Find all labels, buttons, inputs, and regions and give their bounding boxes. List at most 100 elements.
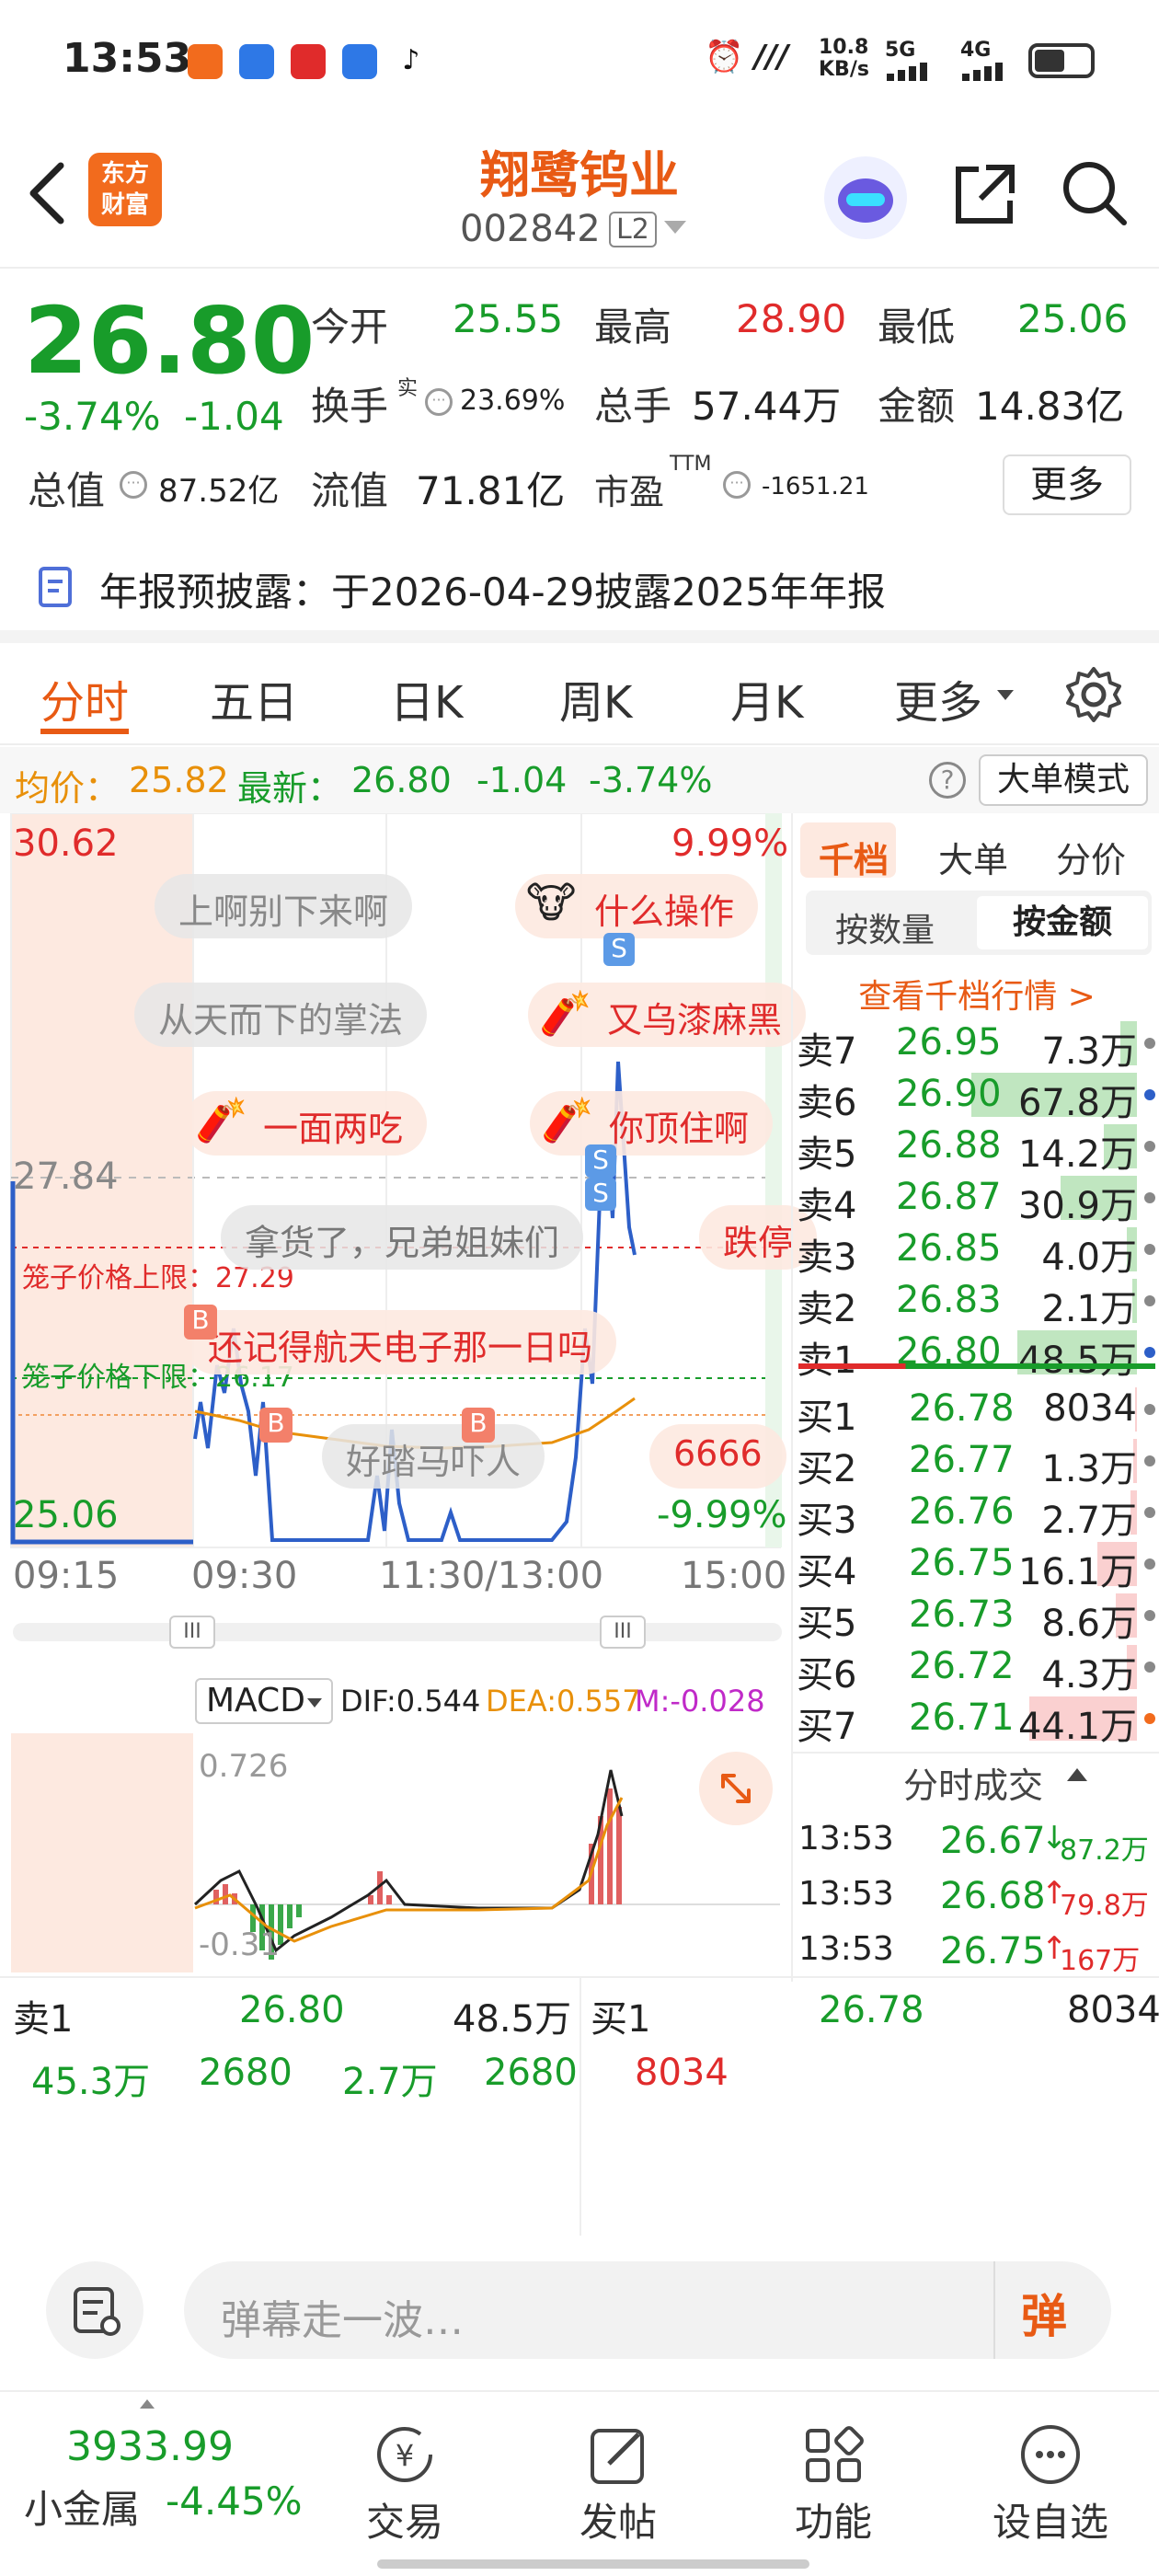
annual-report-notice[interactable]: 年报预披露：于2026-04-29披露2025年年报 <box>0 543 1159 626</box>
slider-handle-right[interactable]: III <box>600 1616 646 1649</box>
slider-handle-left[interactable]: III <box>169 1616 215 1649</box>
view-depth-link[interactable]: 查看千档行情 > <box>793 970 1159 1018</box>
chevron-up-icon[interactable] <box>1067 1768 1087 1781</box>
signal-4g-label: 4G <box>960 39 992 62</box>
dropdown-arrow-icon[interactable] <box>664 221 686 234</box>
search-icon[interactable] <box>1058 156 1131 230</box>
queue-sell-volume: 48.5万 <box>453 1998 572 2041</box>
tab-more[interactable]: 更多 <box>894 666 982 730</box>
robot-assistant-icon[interactable] <box>824 156 907 239</box>
bid-row[interactable]: 买3 26.76 2.7万 <box>793 1487 1159 1542</box>
expand-icon[interactable] <box>699 1752 773 1825</box>
avg-value: 25.82 <box>129 760 229 800</box>
tab-price-distribution[interactable]: 分价 <box>1056 832 1126 882</box>
queue-sell-label: 卖1 <box>13 1998 74 2041</box>
nav-post[interactable]: 发帖 <box>545 2420 692 2547</box>
home-indicator[interactable] <box>377 2559 809 2569</box>
level-price: 26.75 <box>909 1542 1015 1584</box>
danmaku-settings-icon[interactable] <box>46 2261 143 2359</box>
amount-value: 14.83亿 <box>975 384 1125 429</box>
nav-trade[interactable]: ¥ 交易 <box>331 2420 478 2547</box>
buy-marker[interactable]: B <box>184 1305 217 1340</box>
level-volume: 8034 <box>1043 1387 1137 1430</box>
share-icon[interactable] <box>947 156 1021 230</box>
danmaku-send-button[interactable]: 弹 <box>1021 2280 1067 2346</box>
bottom-navigation: 3933.99 小金属 -4.45% ¥ 交易 发帖 功能 设自选 <box>0 2390 1159 2576</box>
tab-intraday[interactable]: 分时 <box>40 666 129 730</box>
level-price: 26.78 <box>909 1387 1015 1430</box>
chevron-up-icon[interactable] <box>140 2399 155 2409</box>
more-button[interactable]: 更多 <box>1003 454 1131 515</box>
battery-icon <box>1028 43 1095 78</box>
sector-change-pct: -4.45% <box>166 2478 303 2524</box>
mktcap-value: 87.52亿 <box>158 473 280 510</box>
nav-watchlist-settings[interactable]: 设自选 <box>977 2420 1124 2547</box>
macd-chart <box>11 1733 780 1972</box>
tab-five-day[interactable]: 五日 <box>210 666 298 730</box>
gear-icon[interactable] <box>1063 664 1124 725</box>
latest-change: -1.04 <box>476 760 568 800</box>
low-value: 25.06 <box>1017 296 1129 341</box>
ask-row[interactable]: 卖5 26.88 14.2万 <box>793 1121 1159 1176</box>
time-range-slider[interactable] <box>13 1623 782 1641</box>
ask-row[interactable]: 卖4 26.87 30.9万 <box>793 1172 1159 1227</box>
edit-icon <box>545 2420 692 2491</box>
bid-row[interactable]: 买2 26.77 1.3万 <box>793 1435 1159 1490</box>
buy-marker[interactable]: B <box>462 1408 495 1443</box>
level-volume: 4.3万 <box>1041 1654 1137 1696</box>
intraday-chart[interactable]: 30.62 9.99% 27.84 25.06 -9.99% 笼子价格上限：27… <box>0 813 818 1972</box>
info-icon[interactable]: ··· <box>723 471 751 499</box>
buy-marker[interactable]: B <box>259 1408 293 1443</box>
bid-row[interactable]: 买4 26.75 16.1万 <box>793 1538 1159 1593</box>
ask-row[interactable]: 卖6 26.90 67.8万 <box>793 1069 1159 1124</box>
sell-marker[interactable]: S <box>585 1144 616 1178</box>
pe-value: -1651.21 <box>762 473 869 500</box>
y-axis-mid: 27.84 <box>13 1156 119 1198</box>
nav-functions[interactable]: 功能 <box>760 2420 907 2547</box>
ask-row[interactable]: 卖2 26.83 2.1万 <box>793 1275 1159 1330</box>
danmaku-input[interactable]: 弹幕走一波… 弹 <box>184 2261 1111 2359</box>
stock-header: 东方 财富 翔鹭钨业 002842 L2 <box>0 129 1159 267</box>
level-label: 买1 <box>797 1397 857 1439</box>
nav-functions-label: 功能 <box>794 2500 872 2545</box>
tab-big-orders[interactable]: 大单 <box>938 832 1008 882</box>
ask-row[interactable]: 卖3 26.85 4.0万 <box>793 1224 1159 1279</box>
sector-name[interactable]: 小金属 <box>24 2478 140 2535</box>
by-volume-toggle[interactable]: 按数量 <box>835 903 935 951</box>
sell-marker[interactable]: S <box>585 1178 616 1211</box>
sell-marker[interactable]: S <box>603 933 635 966</box>
nav-watchlist-settings-label: 设自选 <box>992 2500 1108 2545</box>
status-dot <box>1144 1404 1155 1415</box>
trade-price: 26.68 <box>940 1875 1046 1917</box>
tab-daily-k[interactable]: 日K <box>390 666 463 730</box>
firecracker-icon: 🧨 <box>195 1095 248 1144</box>
avg-label: 均价： <box>15 768 120 809</box>
volume-label: 总手 <box>594 384 672 429</box>
by-amount-toggle[interactable]: 按金额 <box>977 896 1148 949</box>
bid-row[interactable]: 买6 26.72 4.3万 <box>793 1641 1159 1696</box>
ask-row[interactable]: 卖1 26.80 48.5万 <box>793 1327 1159 1382</box>
tab-weekly-k[interactable]: 周K <box>559 666 632 730</box>
trade-row: 13:53 26.68 ↑ 79.8万 <box>793 1871 1159 1923</box>
level-price: 26.87 <box>896 1176 1002 1218</box>
level-price: 26.85 <box>896 1227 1002 1270</box>
big-order-mode-button[interactable]: 大单模式 <box>979 754 1148 806</box>
tab-monthly-k[interactable]: 月K <box>730 666 803 730</box>
bid-row[interactable]: 买7 26.71 44.1万 <box>793 1693 1159 1748</box>
info-icon[interactable]: ··· <box>120 471 147 499</box>
open-label: 今开 <box>311 305 389 350</box>
svg-text:¥: ¥ <box>396 2438 414 2473</box>
tiktok-icon: ♪ <box>394 44 429 79</box>
ask-row[interactable]: 卖7 26.95 7.3万 <box>793 1018 1159 1073</box>
sector-index-value[interactable]: 3933.99 <box>66 2423 234 2470</box>
indicator-selector[interactable]: MACD <box>195 1678 333 1724</box>
tab-thousand-level[interactable]: 千档 <box>819 832 889 882</box>
bid-row[interactable]: 买1 26.78 8034 <box>793 1384 1159 1439</box>
level-volume: 8.6万 <box>1041 1603 1137 1645</box>
yen-exchange-icon: ¥ <box>331 2420 478 2491</box>
info-icon[interactable]: ··· <box>425 388 453 416</box>
trade-row: 13:53 26.67 ↓ 87.2万 <box>793 1816 1159 1868</box>
bid-row[interactable]: 买5 26.73 8.6万 <box>793 1590 1159 1645</box>
help-icon[interactable]: ? <box>929 762 966 799</box>
level-price: 26.88 <box>896 1124 1002 1167</box>
